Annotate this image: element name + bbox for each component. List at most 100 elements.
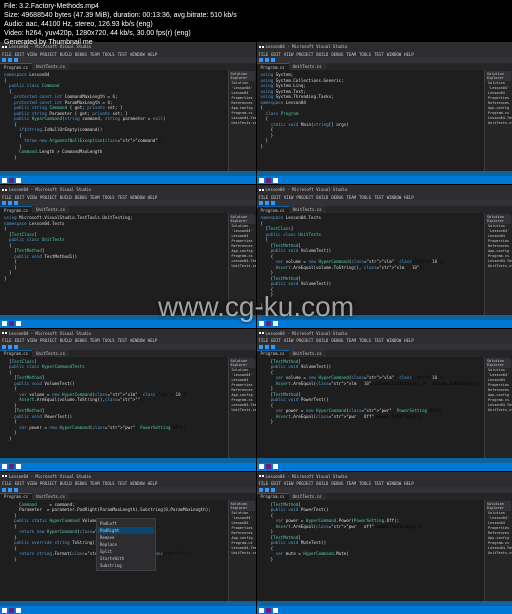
tool-icon[interactable] xyxy=(259,58,263,62)
menu-item[interactable]: EDIT xyxy=(271,481,281,486)
start-button-icon[interactable] xyxy=(2,321,7,326)
menu-item[interactable]: VIEW xyxy=(284,195,294,200)
menu-item[interactable]: TEAM xyxy=(90,195,100,200)
menu-item[interactable]: TEST xyxy=(118,338,128,343)
menu-item[interactable]: TEST xyxy=(374,195,384,200)
taskbar-icon[interactable] xyxy=(273,464,278,469)
taskbar-icon[interactable] xyxy=(16,321,21,326)
menu-item[interactable]: EDIT xyxy=(271,52,281,57)
menu-item[interactable]: DEBUG xyxy=(75,52,87,57)
start-button-icon[interactable] xyxy=(2,178,7,183)
menu-item[interactable]: HELP xyxy=(404,195,414,200)
menu-item[interactable]: BUILD xyxy=(316,338,328,343)
editor-tab[interactable]: UnitTests.cs xyxy=(32,206,69,213)
solution-explorer[interactable]: Solution ExplorerSolution 'Lesson04'Less… xyxy=(484,500,512,601)
tree-item[interactable]: Solution 'Lesson04' xyxy=(230,511,255,521)
start-button-icon[interactable] xyxy=(259,608,264,613)
vs-taskbar-icon[interactable] xyxy=(9,178,14,183)
tool-icon[interactable] xyxy=(265,488,269,492)
code-editor[interactable]: using System;using System.Collections.Ge… xyxy=(257,70,485,171)
tree-item[interactable]: Lesson04.Tests xyxy=(230,403,255,408)
menu-item[interactable]: WINDOW xyxy=(387,481,401,486)
menu-item[interactable]: FILE xyxy=(2,338,12,343)
menu-item[interactable]: TOOLS xyxy=(359,195,371,200)
tree-item[interactable]: App.config xyxy=(230,393,255,398)
tree-item[interactable]: App.config xyxy=(486,393,511,398)
menu-item[interactable]: TEAM xyxy=(346,52,356,57)
vs-taskbar-icon[interactable] xyxy=(9,464,14,469)
start-button-icon[interactable] xyxy=(259,178,264,183)
menu-item[interactable]: WINDOW xyxy=(387,195,401,200)
menu-item[interactable]: HELP xyxy=(148,338,158,343)
editor-tab[interactable]: UnitTests.cs xyxy=(289,63,326,70)
tool-icon[interactable] xyxy=(8,488,12,492)
windows-taskbar[interactable] xyxy=(257,176,512,184)
tree-item[interactable]: Lesson04.Tests xyxy=(486,403,511,408)
menu-item[interactable]: FILE xyxy=(2,195,12,200)
menu-item[interactable]: TEST xyxy=(374,52,384,57)
editor-tab-active[interactable]: Program.cs xyxy=(0,206,32,213)
editor-tab[interactable]: UnitTests.cs xyxy=(32,350,69,357)
dropdown-item[interactable]: Replace xyxy=(98,541,154,548)
tool-icon[interactable] xyxy=(271,345,275,349)
tree-item[interactable]: References xyxy=(486,388,511,393)
windows-taskbar[interactable] xyxy=(0,320,256,328)
solution-explorer[interactable]: Solution ExplorerSolution 'Lesson04'Less… xyxy=(484,357,512,458)
tool-icon[interactable] xyxy=(271,58,275,62)
menu-item[interactable]: TEAM xyxy=(346,195,356,200)
tool-icon[interactable] xyxy=(8,58,12,62)
tool-icon[interactable] xyxy=(271,201,275,205)
menu-item[interactable]: DEBUG xyxy=(331,481,343,486)
menu-item[interactable]: PROJECT xyxy=(296,52,313,57)
menu-item[interactable]: DEBUG xyxy=(75,338,87,343)
menu-item[interactable]: TEAM xyxy=(346,481,356,486)
dropdown-item[interactable]: Substring xyxy=(98,562,154,569)
tool-icon[interactable] xyxy=(14,488,18,492)
tree-item[interactable]: UnitTests.cs xyxy=(486,408,511,413)
tree-item[interactable]: Solution 'Lesson04' xyxy=(230,224,255,234)
tool-icon[interactable] xyxy=(2,345,6,349)
editor-tab-active[interactable]: Program.cs xyxy=(257,350,289,357)
menu-item[interactable]: VIEW xyxy=(284,338,294,343)
tool-icon[interactable] xyxy=(2,201,6,205)
menu-item[interactable]: TEST xyxy=(118,195,128,200)
menu-item[interactable]: EDIT xyxy=(15,52,25,57)
editor-tab[interactable]: UnitTests.cs xyxy=(289,350,326,357)
tool-icon[interactable] xyxy=(14,201,18,205)
menu-item[interactable]: FILE xyxy=(259,338,269,343)
tree-item[interactable]: Solution 'Lesson04' xyxy=(486,511,511,521)
menu-item[interactable]: PROJECT xyxy=(296,338,313,343)
code-editor[interactable]: Command = command; Parameter = parameter… xyxy=(0,500,228,601)
menu-item[interactable]: TOOLS xyxy=(103,481,115,486)
menu-item[interactable]: PROJECT xyxy=(40,481,57,486)
solution-explorer[interactable]: Solution ExplorerSolution 'Lesson04'Less… xyxy=(228,70,256,171)
window-titlebar[interactable]: Lesson04 - Microsoft Visual Studio xyxy=(0,472,256,481)
menu-item[interactable]: BUILD xyxy=(60,52,72,57)
editor-tab[interactable]: UnitTests.cs xyxy=(289,206,326,213)
tree-item[interactable]: Solution 'Lesson04' xyxy=(486,81,511,91)
tree-item[interactable]: Properties xyxy=(230,383,255,388)
tree-item[interactable]: Solution 'Lesson04' xyxy=(230,368,255,378)
menu-item[interactable]: WINDOW xyxy=(130,195,144,200)
start-button-icon[interactable] xyxy=(2,464,7,469)
menu-item[interactable]: TEAM xyxy=(90,481,100,486)
editor-tab-active[interactable]: Program.cs xyxy=(257,63,289,70)
menu-item[interactable]: TOOLS xyxy=(359,481,371,486)
menu-item[interactable]: VIEW xyxy=(27,52,37,57)
editor-tab-active[interactable]: Program.cs xyxy=(0,63,32,70)
menu-item[interactable]: VIEW xyxy=(27,195,37,200)
tool-icon[interactable] xyxy=(8,345,12,349)
solution-explorer[interactable]: Solution ExplorerSolution 'Lesson04'Less… xyxy=(228,357,256,458)
menu-item[interactable]: PROJECT xyxy=(296,481,313,486)
tool-icon[interactable] xyxy=(265,345,269,349)
menu-item[interactable]: DEBUG xyxy=(75,195,87,200)
tree-item[interactable]: Solution 'Lesson04' xyxy=(486,224,511,234)
tree-item[interactable]: UnitTests.cs xyxy=(486,551,511,556)
menu-item[interactable]: HELP xyxy=(148,481,158,486)
menu-item[interactable]: VIEW xyxy=(284,481,294,486)
menu-item[interactable]: HELP xyxy=(148,52,158,57)
editor-tab[interactable]: UnitTests.cs xyxy=(289,493,326,500)
taskbar-icon[interactable] xyxy=(273,178,278,183)
code-editor[interactable]: using Microsoft.VisualStudio.TestTools.U… xyxy=(0,213,228,314)
code-editor[interactable]: [TestMethod] public void PowerTest() { v… xyxy=(257,500,485,601)
